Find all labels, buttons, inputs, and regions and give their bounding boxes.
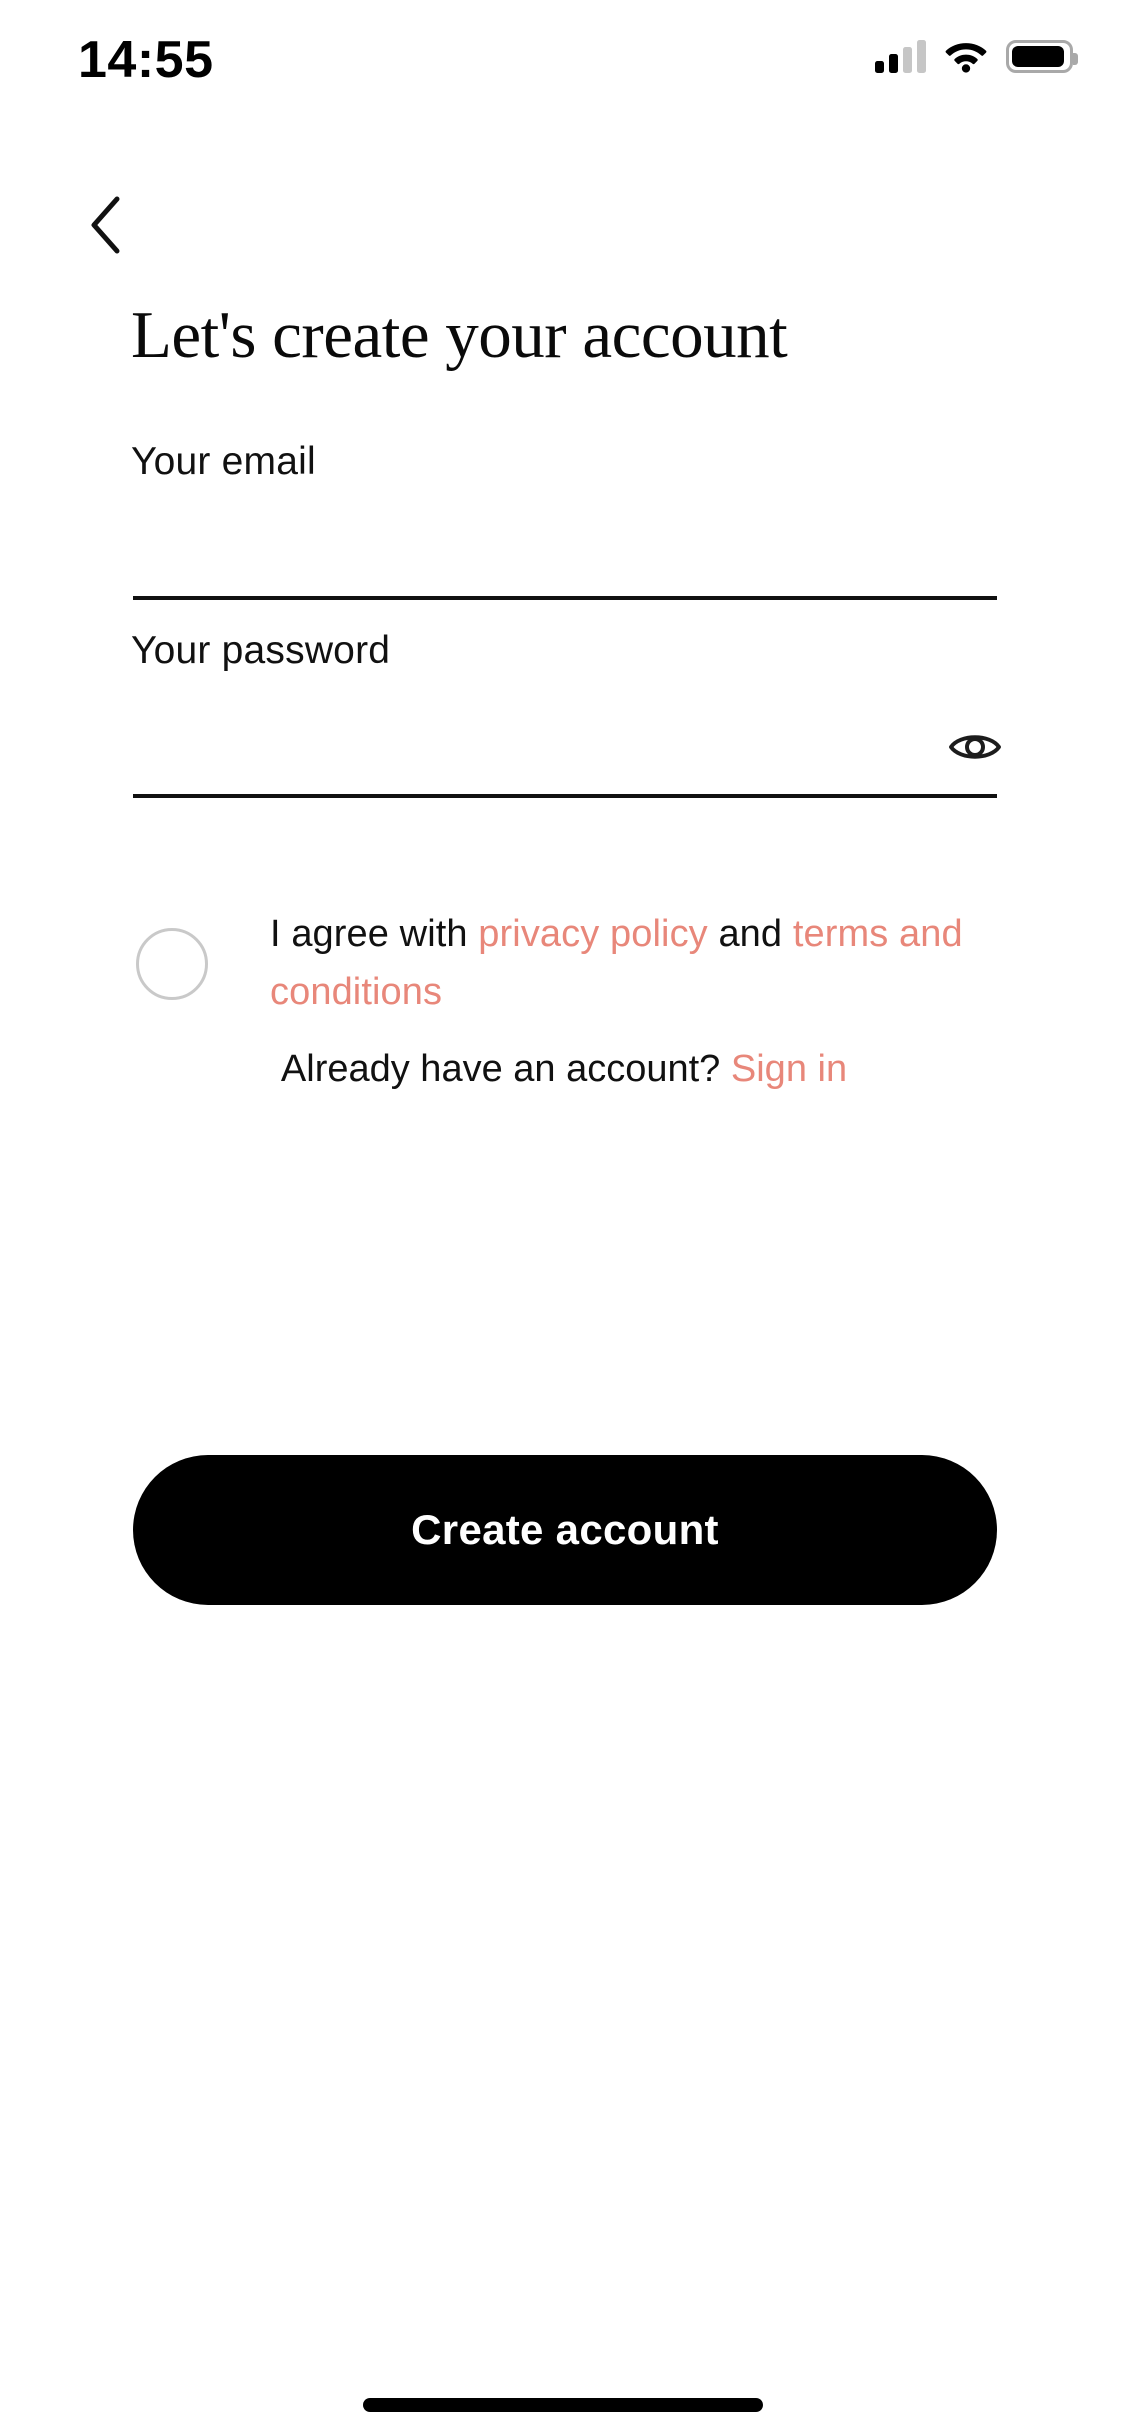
signin-row: Already have an account? Sign in xyxy=(131,1040,997,1098)
signin-prompt: Already have an account? xyxy=(280,1048,731,1090)
status-bar: 14:55 xyxy=(0,0,1125,132)
signup-screen: 14:55 Let's create your account Your ema… xyxy=(0,0,1125,2436)
agree-checkbox[interactable] xyxy=(136,928,208,1000)
home-indicator xyxy=(362,2398,763,2412)
email-field-underline xyxy=(133,596,997,600)
page-title: Let's create your account xyxy=(131,298,788,372)
password-field-label: Your password xyxy=(131,629,391,672)
back-button[interactable] xyxy=(88,182,174,268)
create-account-button[interactable]: Create account xyxy=(133,1455,997,1605)
email-field-label: Your email xyxy=(131,440,316,483)
email-input[interactable] xyxy=(133,512,997,582)
status-bar-time: 14:55 xyxy=(78,31,214,89)
password-field-underline xyxy=(133,794,997,798)
agreement-prefix: I agree with xyxy=(270,913,479,955)
cellular-signal-icon xyxy=(875,39,926,73)
status-bar-icons xyxy=(875,32,1078,80)
wifi-icon xyxy=(945,43,987,73)
agreement-text: I agree with privacy policy and terms an… xyxy=(270,905,1026,1021)
battery-icon xyxy=(1006,39,1078,73)
password-input[interactable] xyxy=(133,710,903,780)
eye-icon[interactable] xyxy=(942,716,1008,778)
agreement-conjunction: and xyxy=(707,913,793,955)
chevron-left-icon xyxy=(88,195,122,255)
signin-link[interactable]: Sign in xyxy=(731,1048,847,1090)
privacy-policy-link[interactable]: privacy policy xyxy=(478,913,707,955)
